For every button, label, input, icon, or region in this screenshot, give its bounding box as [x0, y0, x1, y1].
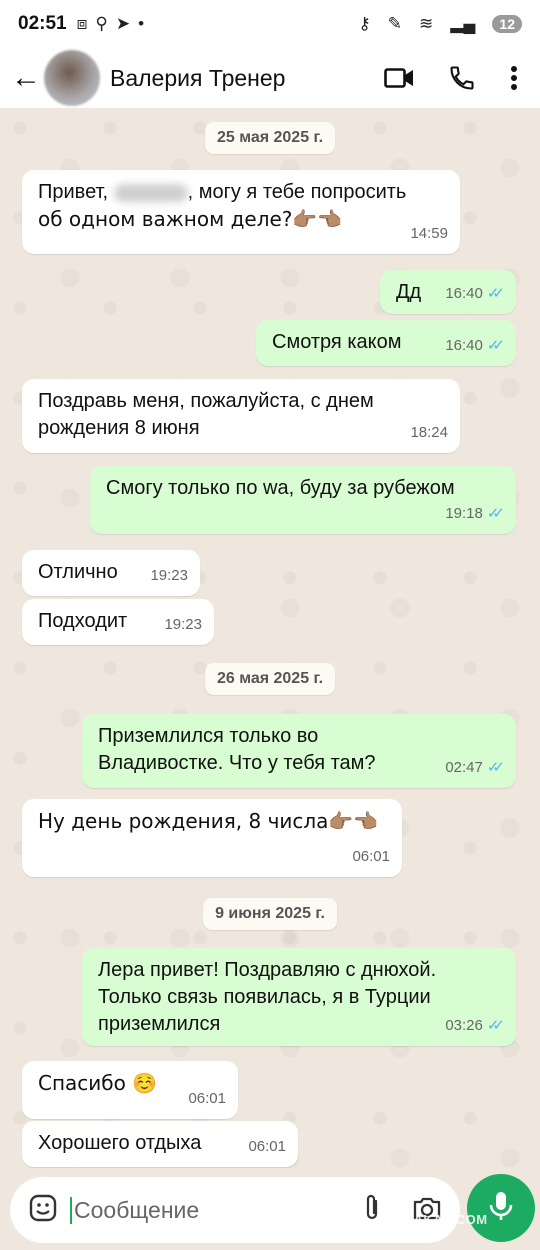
message-outgoing[interactable]: Лера привет! Поздравляю с днюхой. Только…: [82, 948, 516, 1046]
message-text: Смогу только по wa, буду за рубежом: [106, 477, 455, 499]
message-incoming[interactable]: Хорошего отдыха 06:01: [22, 1121, 298, 1167]
mic-icon: [488, 1190, 514, 1227]
message-outgoing[interactable]: Приземлился только во Владивостке. Что у…: [82, 714, 516, 788]
redacted-name: [113, 183, 188, 202]
message-outgoing[interactable]: Смогу только по wa, буду за рубежом 19:1…: [90, 466, 516, 534]
mic-button[interactable]: [467, 1174, 535, 1242]
message-incoming[interactable]: Спасибо ☺️ 06:01: [22, 1061, 238, 1119]
message-text: Привет,: [38, 181, 114, 203]
wifi-icon: ≋: [419, 14, 434, 33]
dot-icon: •: [138, 14, 145, 33]
message-text: об одном важном деле?👉🏽👈🏽: [38, 207, 343, 231]
message-time: 16:40: [445, 285, 483, 302]
mute-icon: ✎: [387, 14, 403, 33]
message-text: рождения 8 июня: [38, 417, 200, 439]
contact-name[interactable]: Валерия Тренер: [110, 65, 285, 92]
video-call-icon[interactable]: [384, 67, 414, 89]
read-ticks-icon: ✓✓: [486, 505, 505, 522]
message-incoming[interactable]: Привет, , могу я тебе попросить об одном…: [22, 170, 460, 254]
more-vert-icon[interactable]: [510, 65, 518, 91]
message-incoming[interactable]: Подходит 19:23: [22, 599, 214, 645]
battery-badge: 12: [492, 15, 522, 33]
avatar[interactable]: [44, 50, 100, 106]
message-incoming[interactable]: Отлично 19:23: [22, 550, 200, 596]
message-time: 19:18: [445, 505, 483, 522]
status-bar: 02:51 ⧈ ⚲ ➤ • ⚷ ✎ ≋ ▂▄ 12: [0, 0, 540, 48]
sticker-icon[interactable]: [28, 1193, 58, 1228]
message-time: 03:26: [445, 1017, 483, 1034]
date-separator: 25 мая 2025 г.: [204, 122, 336, 154]
read-ticks-icon: ✓✓: [486, 285, 505, 302]
message-time: 19:23: [164, 616, 202, 633]
message-time: 06:01: [248, 1138, 286, 1155]
message-text: Ну день рождения, 8 числа👉🏽👈🏽: [38, 809, 379, 833]
message-time: 16:40: [445, 337, 483, 354]
date-separator: 26 мая 2025 г.: [204, 663, 336, 695]
key-icon: ⚷: [358, 14, 371, 33]
phone-icon[interactable]: [448, 64, 476, 92]
message-incoming[interactable]: Поздравь меня, пожалуйста, с днем рожден…: [22, 379, 460, 453]
back-arrow-icon[interactable]: ←: [8, 61, 44, 95]
message-time: 18:24: [410, 424, 448, 441]
screenshot-icon: ⧈: [76, 14, 88, 33]
message-text: приземлился: [98, 1013, 221, 1035]
watermark: YAPLAKAL.COM: [378, 1212, 488, 1227]
chat-header: ← Валерия Тренер: [0, 48, 540, 108]
message-composer[interactable]: Сообщение: [10, 1177, 460, 1243]
message-outgoing[interactable]: Смотря каком 16:40 ✓✓: [256, 320, 516, 366]
message-text: Хорошего отдыха: [38, 1132, 202, 1154]
message-text: Поздравь меня, пожалуйста, с днем: [38, 390, 374, 412]
message-text: Только связь появилась, я в Турции: [98, 986, 431, 1008]
message-incoming[interactable]: Ну день рождения, 8 числа👉🏽👈🏽 06:01: [22, 799, 402, 877]
read-ticks-icon: ✓✓: [486, 1017, 505, 1034]
read-ticks-icon: ✓✓: [486, 759, 505, 776]
signal-icon: ▂▄: [450, 14, 476, 33]
message-time: 06:01: [188, 1090, 226, 1107]
message-time: 14:59: [410, 225, 448, 242]
message-time: 02:47: [445, 759, 483, 776]
chat-area[interactable]: 25 мая 2025 г. Привет, , могу я тебе поп…: [0, 108, 540, 1170]
message-input[interactable]: Сообщение: [70, 1196, 199, 1224]
status-time: 02:51: [18, 13, 67, 34]
message-time: 06:01: [352, 848, 390, 865]
search-status-icon: ⚲: [95, 14, 108, 33]
date-separator: 9 июня 2025 г.: [203, 898, 337, 930]
read-ticks-icon: ✓✓: [486, 337, 505, 354]
message-time: 19:23: [150, 567, 188, 584]
message-text: Владивостке. Что у тебя там?: [98, 752, 376, 774]
message-text: Приземлился только во: [98, 725, 319, 747]
message-outgoing[interactable]: Дд 16:40 ✓✓: [380, 270, 516, 314]
message-text: Лера привет! Поздравляю с днюхой.: [98, 959, 437, 981]
message-text: , могу я тебе попросить: [187, 181, 407, 203]
telegram-icon: ➤: [115, 14, 131, 33]
